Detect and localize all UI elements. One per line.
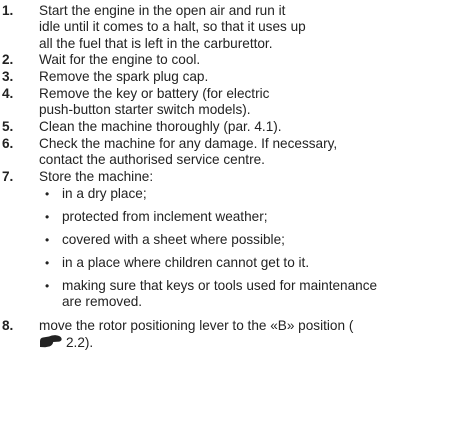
step-number: 6. <box>2 136 14 151</box>
step-line: push-button starter switch models). <box>39 102 251 118</box>
step-number: 3. <box>2 69 14 84</box>
step-text: Check the machine for any damage. If nec… <box>39 136 337 169</box>
step-line: contact the authorised service centre. <box>39 152 265 168</box>
step-line: all the fuel that is left in the carbure… <box>39 35 273 51</box>
step-text: Wait for the engine to cool. <box>39 52 201 67</box>
step-line: Start the engine in the open air and run… <box>39 3 286 18</box>
step-line: Remove the key or battery (for electric <box>39 86 270 101</box>
step-number: 4. <box>2 86 14 101</box>
step-text: Remove the key or battery (for electric … <box>39 86 269 119</box>
bullet-line: making sure that keys or tools used for … <box>62 278 378 293</box>
step-text: Start the engine in the open air and run… <box>39 3 306 52</box>
bullet-line: are removed. <box>62 294 143 310</box>
step-line: idle until it comes to a halt, so that i… <box>39 19 306 35</box>
instruction-document: 1. Start the engine in the open air and … <box>0 0 465 425</box>
bullet-glyph: • <box>45 256 50 270</box>
bullet-glyph: • <box>45 187 50 201</box>
step-number: 2. <box>2 52 14 67</box>
bullet-glyph: • <box>45 233 50 247</box>
pointing-hand-icon <box>40 335 62 348</box>
step-number: 8. <box>2 318 14 333</box>
step-number: 1. <box>2 3 14 18</box>
bullet-text: in a dry place; <box>62 186 147 201</box>
step-text: Clean the machine thoroughly (par. 4.1). <box>39 119 282 134</box>
bullet-text: making sure that keys or tools used for … <box>62 278 377 311</box>
step-line: move the rotor positioning lever to the … <box>39 318 354 333</box>
step-number: 5. <box>2 119 14 134</box>
bullet-text: protected from inclement weather; <box>62 209 268 224</box>
step-text: Store the machine: <box>39 169 154 184</box>
bullet-text: in a place where children cannot get to … <box>62 255 310 270</box>
bullet-glyph: • <box>45 279 50 293</box>
step-number: 7. <box>2 169 14 184</box>
step-line: Check the machine for any damage. If nec… <box>39 136 338 151</box>
reference-line: 2.2). <box>39 335 93 350</box>
step-text: Remove the spark plug cap. <box>39 69 209 84</box>
step-text: move the rotor positioning lever to the … <box>39 318 353 352</box>
bullet-text: covered with a sheet where possible; <box>62 232 285 247</box>
section-reference: 2.2). <box>66 335 94 351</box>
bullet-glyph: • <box>45 210 50 224</box>
